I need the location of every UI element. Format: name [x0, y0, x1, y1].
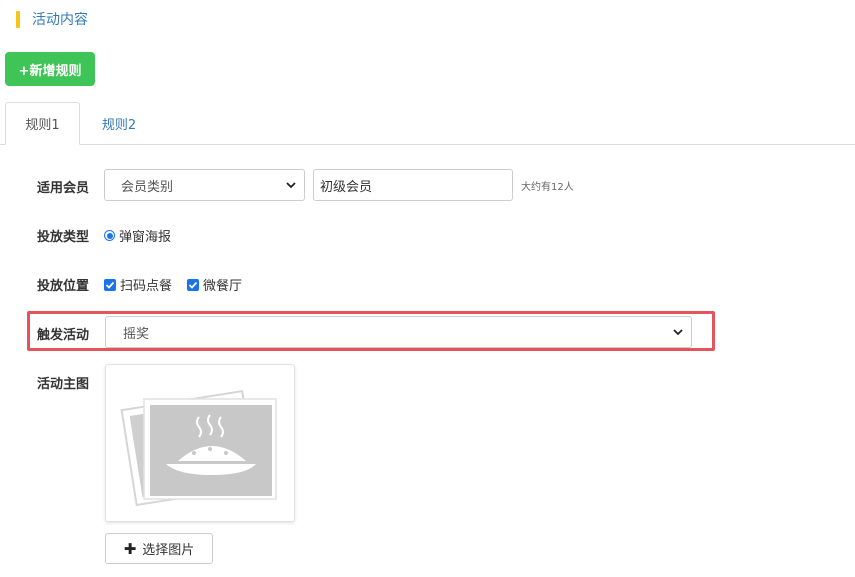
image-placeholder-icon [120, 389, 277, 507]
add-rule-button[interactable]: +新增规则 [5, 52, 95, 86]
main-image-label: 活动主图 [37, 377, 90, 392]
choose-image-label: 选择图片 [142, 543, 195, 558]
tab-rule-2[interactable]: 规则2 [84, 102, 154, 145]
position-micro-restaurant-checkbox[interactable]: 微餐厅 [187, 275, 242, 294]
rule-tabs: 规则1 规则2 [0, 102, 855, 145]
position-option-label: 微餐厅 [203, 279, 243, 294]
radio-selected-icon[interactable] [104, 230, 115, 241]
delivery-type-option: 弹窗海报 [119, 230, 172, 245]
member-level-input[interactable]: 初级会员 [313, 169, 513, 201]
delivery-type-label: 投放类型 [37, 230, 90, 245]
trigger-activity-select[interactable]: 摇奖 [105, 316, 692, 348]
section-header: 活动内容 [16, 9, 88, 29]
chevron-down-icon [673, 329, 683, 336]
member-type-value: 会员类别 [121, 179, 174, 195]
plus-icon: ✚ [123, 539, 137, 558]
delivery-type-radio[interactable]: 弹窗海报 [104, 226, 171, 245]
position-scan-order-checkbox[interactable]: 扫码点餐 [104, 275, 172, 294]
trigger-activity-value: 摇奖 [123, 326, 150, 342]
checkbox-checked-icon[interactable] [104, 278, 116, 291]
member-count-hint: 大约有12人 [521, 182, 574, 193]
position-option-label: 扫码点餐 [120, 279, 173, 294]
main-image-preview[interactable] [105, 364, 295, 522]
member-label: 适用会员 [37, 181, 90, 196]
member-type-select[interactable]: 会员类别 [104, 169, 305, 201]
section-accent-bar [16, 10, 20, 28]
section-title: 活动内容 [32, 12, 88, 28]
trigger-label: 触发活动 [37, 328, 90, 343]
tab-rule-1[interactable]: 规则1 [5, 102, 80, 145]
chevron-down-icon [286, 182, 296, 189]
delivery-position-label: 投放位置 [37, 279, 90, 294]
member-level-value: 初级会员 [320, 179, 373, 195]
choose-image-button[interactable]: ✚ 选择图片 [105, 533, 213, 564]
checkbox-checked-icon[interactable] [187, 278, 199, 291]
